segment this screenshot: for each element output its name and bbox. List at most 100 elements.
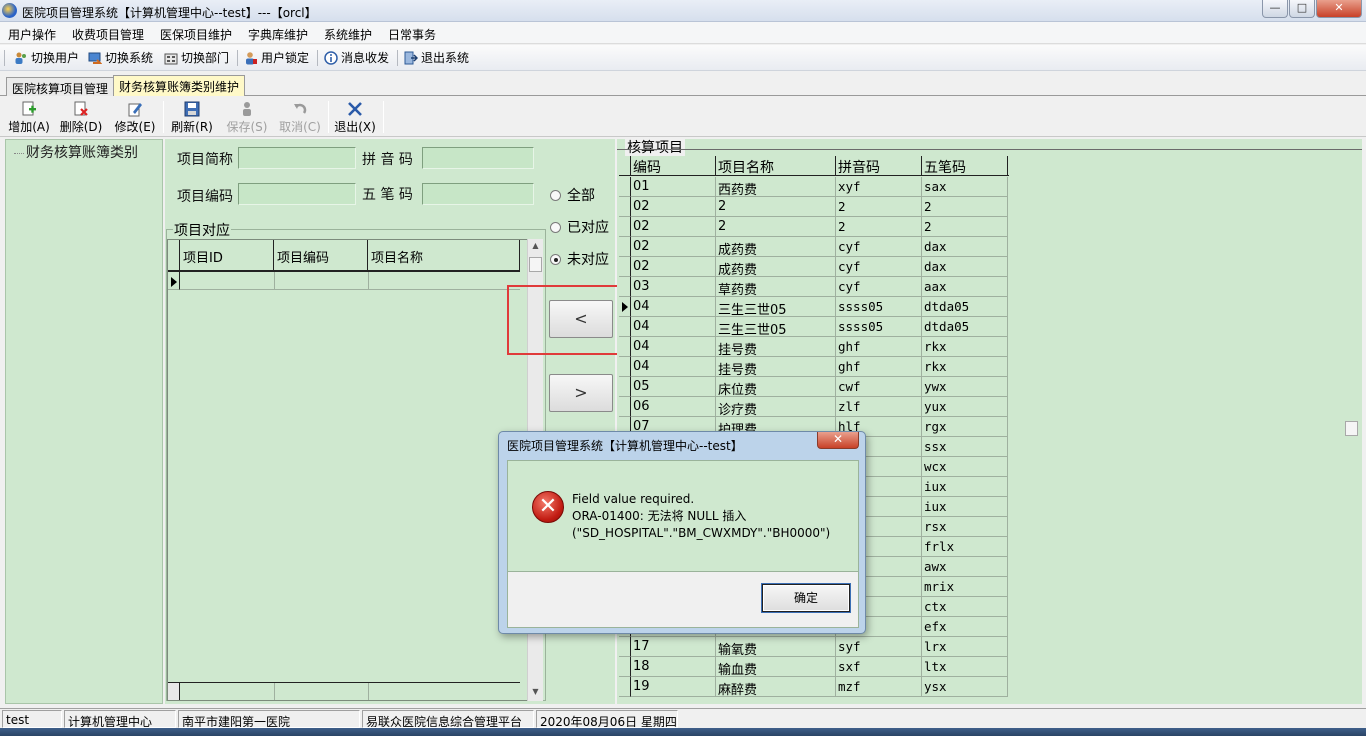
table-cell: 04 <box>631 337 716 357</box>
edit-icon <box>128 103 142 117</box>
tab-ledger-category[interactable]: 财务核算账簿类别维护 <box>113 75 246 96</box>
col-item-id[interactable]: 项目ID <box>180 240 274 270</box>
table-row[interactable]: 04 挂号费 ghf rkx <box>619 357 1009 377</box>
accounting-scrollbar[interactable] <box>1344 156 1360 702</box>
table-cell: 03 <box>631 277 716 297</box>
short-name-input[interactable] <box>238 147 356 169</box>
col-wubi[interactable]: 五笔码 <box>922 156 1008 176</box>
switch-system-button[interactable]: 切换系统 <box>88 49 153 67</box>
scroll-down-arrow[interactable]: ▼ <box>528 687 543 696</box>
menu-daily[interactable]: 日常事务 <box>388 26 436 43</box>
table-cell: ctx <box>922 597 1008 617</box>
switch-system-icon <box>88 52 102 64</box>
scroll-up-arrow[interactable]: ▲ <box>528 241 543 250</box>
tree-node-root[interactable]: 财务核算账簿类别 <box>14 142 138 162</box>
table-row[interactable]: 02 2 2 2 <box>619 197 1009 217</box>
table-row[interactable]: 17 输氧费 syf lrx <box>619 637 1009 657</box>
row-indicator <box>619 657 631 677</box>
messages-button[interactable]: 消息收发 <box>324 49 389 67</box>
table-cell: rkx <box>922 357 1008 377</box>
row-indicator <box>619 637 631 657</box>
table-row[interactable]: 03 草药费 cyf aax <box>619 277 1009 297</box>
save-button[interactable]: 保存(S) <box>222 101 272 135</box>
table-cell: frlx <box>922 537 1008 557</box>
table-cell: iux <box>922 497 1008 517</box>
mapping-grid: 项目ID 项目编码 项目名称 <box>167 239 543 701</box>
dialog-close-button[interactable]: ✕ <box>817 432 859 449</box>
exit-system-button[interactable]: 退出系统 <box>404 49 469 67</box>
switch-system-label: 切换系统 <box>105 51 154 65</box>
table-cell: ghf <box>836 357 922 377</box>
dialog-body: ✕ Field value required. ORA-01400: 无法将 N… <box>507 460 859 572</box>
table-cell: 床位费 <box>716 377 836 397</box>
tab-hospital-accounting[interactable]: 医院核算项目管理 <box>6 77 115 96</box>
table-row[interactable]: 06 诊疗费 zlf yux <box>619 397 1009 417</box>
window-title: 医院项目管理系统【计算机管理中心--test】---【orcl】 <box>22 6 317 20</box>
filter-unmatched-radio[interactable]: 未对应 <box>550 249 609 269</box>
filter-matched-radio[interactable]: 已对应 <box>550 217 609 237</box>
radio-dot-selected <box>550 254 561 265</box>
table-cell: sxf <box>836 657 922 677</box>
close-button[interactable]: ✕ <box>1316 0 1362 18</box>
table-cell: 麻醉费 <box>716 677 836 697</box>
switch-user-button[interactable]: 切换用户 <box>14 49 79 67</box>
col-pinyin[interactable]: 拼音码 <box>836 156 922 176</box>
table-cell: ssx <box>922 437 1008 457</box>
col-code[interactable]: 编码 <box>631 156 716 176</box>
table-cell: 输血费 <box>716 657 836 677</box>
table-cell: ywx <box>922 377 1008 397</box>
table-cell: 02 <box>631 217 716 237</box>
menu-dictionary[interactable]: 字典库维护 <box>248 26 308 43</box>
lock-user-label: 用户锁定 <box>261 51 310 65</box>
code-input[interactable] <box>238 183 356 205</box>
row-indicator <box>619 317 631 337</box>
move-right-button[interactable]: > <box>549 374 613 412</box>
error-message: Field value required. ORA-01400: 无法将 NUL… <box>572 492 831 540</box>
pinyin-label: 拼 音 码 <box>362 152 413 168</box>
table-row[interactable]: 04 三生三世05 ssss05 dtda05 <box>619 297 1009 317</box>
menu-system[interactable]: 系统维护 <box>324 26 372 43</box>
table-row[interactable]: 02 2 2 2 <box>619 217 1009 237</box>
exit-button[interactable]: 退出(X) <box>330 101 380 135</box>
lock-user-button[interactable]: 用户锁定 <box>244 49 309 67</box>
wubi-input[interactable] <box>422 183 534 205</box>
table-row[interactable]: 04 挂号费 ghf rkx <box>619 337 1009 357</box>
menu-charge-items[interactable]: 收费项目管理 <box>72 26 144 43</box>
refresh-button[interactable]: 刷新(R) <box>167 101 217 135</box>
menu-insurance-items[interactable]: 医保项目维护 <box>160 26 232 43</box>
add-button[interactable]: 增加(A) <box>4 101 54 135</box>
maximize-button[interactable]: □ <box>1289 0 1315 18</box>
table-row[interactable]: 04 三生三世05 ssss05 dtda05 <box>619 317 1009 337</box>
table-row[interactable]: 02 成药费 cyf dax <box>619 237 1009 257</box>
menu-user-ops[interactable]: 用户操作 <box>8 26 56 43</box>
scroll-thumb[interactable] <box>529 257 542 272</box>
table-cell: 三生三世05 <box>716 297 836 317</box>
table-cell: rsx <box>922 517 1008 537</box>
app-icon <box>2 3 17 18</box>
mapping-new-row[interactable] <box>168 272 520 290</box>
scroll-thumb[interactable] <box>1345 421 1358 436</box>
delete-button[interactable]: 删除(D) <box>56 101 106 135</box>
pinyin-input[interactable] <box>422 147 534 169</box>
cancel-button[interactable]: 取消(C) <box>275 101 325 135</box>
col-item-name[interactable]: 项目名称 <box>368 240 520 270</box>
col-name[interactable]: 项目名称 <box>716 156 836 176</box>
table-cell: 02 <box>631 257 716 277</box>
title-bar: 医院项目管理系统【计算机管理中心--test】---【orcl】 — □ ✕ <box>0 0 1366 22</box>
table-cell: 04 <box>631 297 716 317</box>
table-row[interactable]: 18 输血费 sxf ltx <box>619 657 1009 677</box>
table-row[interactable]: 19 麻醉费 mzf ysx <box>619 677 1009 697</box>
ok-button[interactable]: 确定 <box>762 584 850 612</box>
table-row[interactable]: 01 西药费 xyf sax <box>619 177 1009 197</box>
filter-all-radio[interactable]: 全部 <box>550 185 595 205</box>
table-cell: 05 <box>631 377 716 397</box>
edit-button[interactable]: 修改(E) <box>110 101 160 135</box>
table-row[interactable]: 02 成药费 cyf dax <box>619 257 1009 277</box>
switch-dept-button[interactable]: 切换部门 <box>164 49 229 67</box>
minimize-button[interactable]: — <box>1262 0 1288 18</box>
table-cell: 2 <box>836 197 922 217</box>
table-row[interactable]: 05 床位费 cwf ywx <box>619 377 1009 397</box>
save-label: 保存(S) <box>226 120 268 134</box>
col-item-code[interactable]: 项目编码 <box>274 240 368 270</box>
table-cell: 19 <box>631 677 716 697</box>
